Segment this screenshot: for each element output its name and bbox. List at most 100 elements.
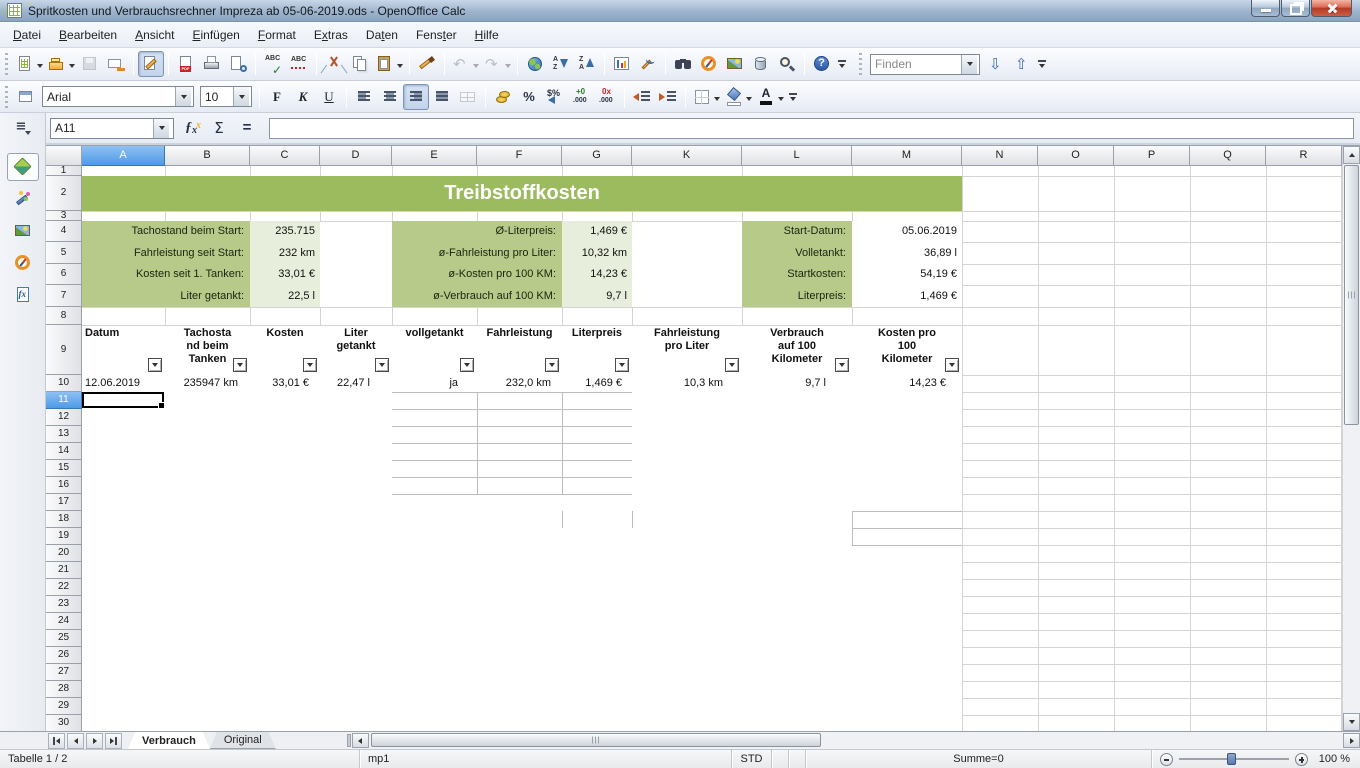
email-button[interactable] bbox=[103, 51, 129, 77]
increase-indent-button[interactable] bbox=[655, 84, 681, 110]
cell-grid[interactable]: TreibstoffkostenTachostand beim Start:23… bbox=[82, 166, 1342, 731]
row-header-25[interactable]: 25 bbox=[46, 630, 82, 647]
new-document-button[interactable] bbox=[13, 51, 45, 77]
row-header-4[interactable]: 4 bbox=[46, 221, 82, 242]
select-all-corner[interactable] bbox=[46, 146, 82, 166]
col-header-A[interactable]: A bbox=[82, 146, 165, 166]
sidebar-tab-properties[interactable] bbox=[7, 153, 39, 181]
col-header-M[interactable]: M bbox=[852, 146, 962, 166]
scroll-left-button[interactable] bbox=[352, 733, 369, 748]
menu-einfgen[interactable]: Einfügen bbox=[183, 24, 248, 46]
zoom-slider[interactable] bbox=[1179, 758, 1289, 760]
summary-label-cell[interactable]: Kosten seit 1. Tanken: bbox=[82, 264, 250, 285]
sidebar-tab-styles[interactable] bbox=[7, 185, 39, 213]
page-preview-button[interactable] bbox=[225, 51, 251, 77]
zoom-out-button[interactable] bbox=[1160, 753, 1173, 766]
dropdown-arrow-icon[interactable] bbox=[37, 55, 43, 73]
row-header-12[interactable]: 12 bbox=[46, 409, 82, 426]
cell-M10[interactable]: 14,23 € bbox=[852, 375, 962, 392]
row-header-16[interactable]: 16 bbox=[46, 477, 82, 494]
open-button[interactable] bbox=[45, 51, 77, 77]
row-header-7[interactable]: 7 bbox=[46, 285, 82, 307]
summary-label-cell[interactable]: Tachostand beim Start: bbox=[82, 221, 250, 242]
col-header-N[interactable]: N bbox=[962, 146, 1038, 166]
title-banner-cell[interactable]: Treibstoffkosten bbox=[82, 176, 962, 211]
add-decimal-button[interactable] bbox=[568, 84, 594, 110]
autofilter-button-K[interactable] bbox=[725, 358, 739, 372]
row-header-14[interactable]: 14 bbox=[46, 443, 82, 460]
function-wizard-button[interactable] bbox=[178, 116, 204, 140]
font-name-input[interactable] bbox=[43, 87, 175, 106]
row-header-27[interactable]: 27 bbox=[46, 664, 82, 681]
summary-label-cell[interactable]: ø-Fahrleistung pro Liter: bbox=[392, 242, 562, 264]
find-replace-button[interactable] bbox=[670, 51, 696, 77]
row-header-2[interactable]: 2 bbox=[46, 176, 82, 211]
spellcheck-button[interactable] bbox=[260, 51, 286, 77]
row-header-11[interactable]: 11 bbox=[46, 392, 82, 409]
sum-button[interactable] bbox=[206, 116, 232, 140]
sort-ascending-button[interactable] bbox=[548, 51, 574, 77]
autofilter-button-L[interactable] bbox=[835, 358, 849, 372]
formatting-toolbar-options-button[interactable] bbox=[786, 84, 800, 110]
summary-value-cell[interactable]: 10,32 km bbox=[562, 242, 632, 264]
row-header-10[interactable]: 10 bbox=[46, 375, 82, 392]
summary-label-cell[interactable]: ø-Verbrauch auf 100 KM: bbox=[392, 285, 562, 307]
summary-label-cell[interactable]: Startkosten: bbox=[742, 264, 852, 285]
row-header-26[interactable]: 26 bbox=[46, 647, 82, 664]
row-header-9[interactable]: 9 bbox=[46, 325, 82, 375]
align-justify-button[interactable] bbox=[429, 84, 455, 110]
font-size-input[interactable] bbox=[201, 87, 233, 106]
number-format-standard-button[interactable] bbox=[542, 84, 568, 110]
cell-A10[interactable]: 12.06.2019 bbox=[82, 375, 165, 392]
summary-label-cell[interactable]: ø-Kosten pro 100 KM: bbox=[392, 264, 562, 285]
sort-descending-button[interactable] bbox=[574, 51, 600, 77]
cell-cursor-A11[interactable] bbox=[82, 392, 164, 408]
italic-button[interactable] bbox=[290, 84, 316, 110]
summary-value-cell[interactable]: 54,19 € bbox=[852, 264, 962, 285]
page-style-status[interactable]: mp1 bbox=[360, 750, 732, 768]
row-header-18[interactable]: 18 bbox=[46, 511, 82, 528]
align-left-button[interactable] bbox=[351, 84, 377, 110]
tab-scrollbar-splitter[interactable] bbox=[347, 734, 351, 747]
sidebar-menu-button[interactable] bbox=[8, 117, 38, 139]
autofilter-button-D[interactable] bbox=[375, 358, 389, 372]
percent-button[interactable] bbox=[516, 84, 542, 110]
find-toolbar-options-button[interactable] bbox=[1035, 51, 1049, 77]
delete-decimal-button[interactable] bbox=[594, 84, 620, 110]
row-header-3[interactable]: 3 bbox=[46, 211, 82, 221]
scroll-right-button[interactable] bbox=[1343, 733, 1360, 748]
row-header-1[interactable]: 1 bbox=[46, 166, 82, 176]
format-paintbrush-button[interactable] bbox=[414, 51, 440, 77]
col-header-L[interactable]: L bbox=[742, 146, 852, 166]
menu-format[interactable]: Format bbox=[249, 24, 305, 46]
cell-E10[interactable]: ja bbox=[392, 375, 477, 392]
help-button[interactable] bbox=[809, 51, 835, 77]
summary-value-cell[interactable]: 14,23 € bbox=[562, 264, 632, 285]
decrease-indent-button[interactable] bbox=[629, 84, 655, 110]
scroll-down-button[interactable] bbox=[1343, 713, 1360, 731]
draw-functions-button[interactable] bbox=[635, 51, 661, 77]
align-right-button[interactable] bbox=[403, 84, 429, 110]
vertical-scrollbar[interactable] bbox=[1342, 146, 1360, 731]
summary-label-cell[interactable]: Start-Datum: bbox=[742, 221, 852, 242]
summary-value-cell[interactable]: 1,469 € bbox=[852, 285, 962, 307]
scroll-up-button[interactable] bbox=[1343, 146, 1360, 164]
row-header-22[interactable]: 22 bbox=[46, 579, 82, 596]
find-dropdown-button[interactable] bbox=[961, 55, 977, 74]
restore-button[interactable] bbox=[1281, 0, 1310, 17]
font-color-button[interactable] bbox=[754, 84, 786, 110]
row-header-24[interactable]: 24 bbox=[46, 613, 82, 630]
sheet-tab-original[interactable]: Original bbox=[210, 732, 276, 749]
menu-hilfe[interactable]: Hilfe bbox=[466, 24, 508, 46]
row-header-17[interactable]: 17 bbox=[46, 494, 82, 511]
font-size-dropdown-button[interactable] bbox=[233, 87, 249, 106]
cell-C10[interactable]: 33,01 € bbox=[250, 375, 320, 392]
col-header-P[interactable]: P bbox=[1114, 146, 1190, 166]
row-header-21[interactable]: 21 bbox=[46, 562, 82, 579]
summary-label-cell[interactable]: Volletankt: bbox=[742, 242, 852, 264]
dropdown-arrow-icon[interactable] bbox=[746, 88, 752, 106]
export-pdf-button[interactable] bbox=[173, 51, 199, 77]
autofilter-button-C[interactable] bbox=[303, 358, 317, 372]
menu-ansicht[interactable]: Ansicht bbox=[126, 24, 183, 46]
row-header-13[interactable]: 13 bbox=[46, 426, 82, 443]
